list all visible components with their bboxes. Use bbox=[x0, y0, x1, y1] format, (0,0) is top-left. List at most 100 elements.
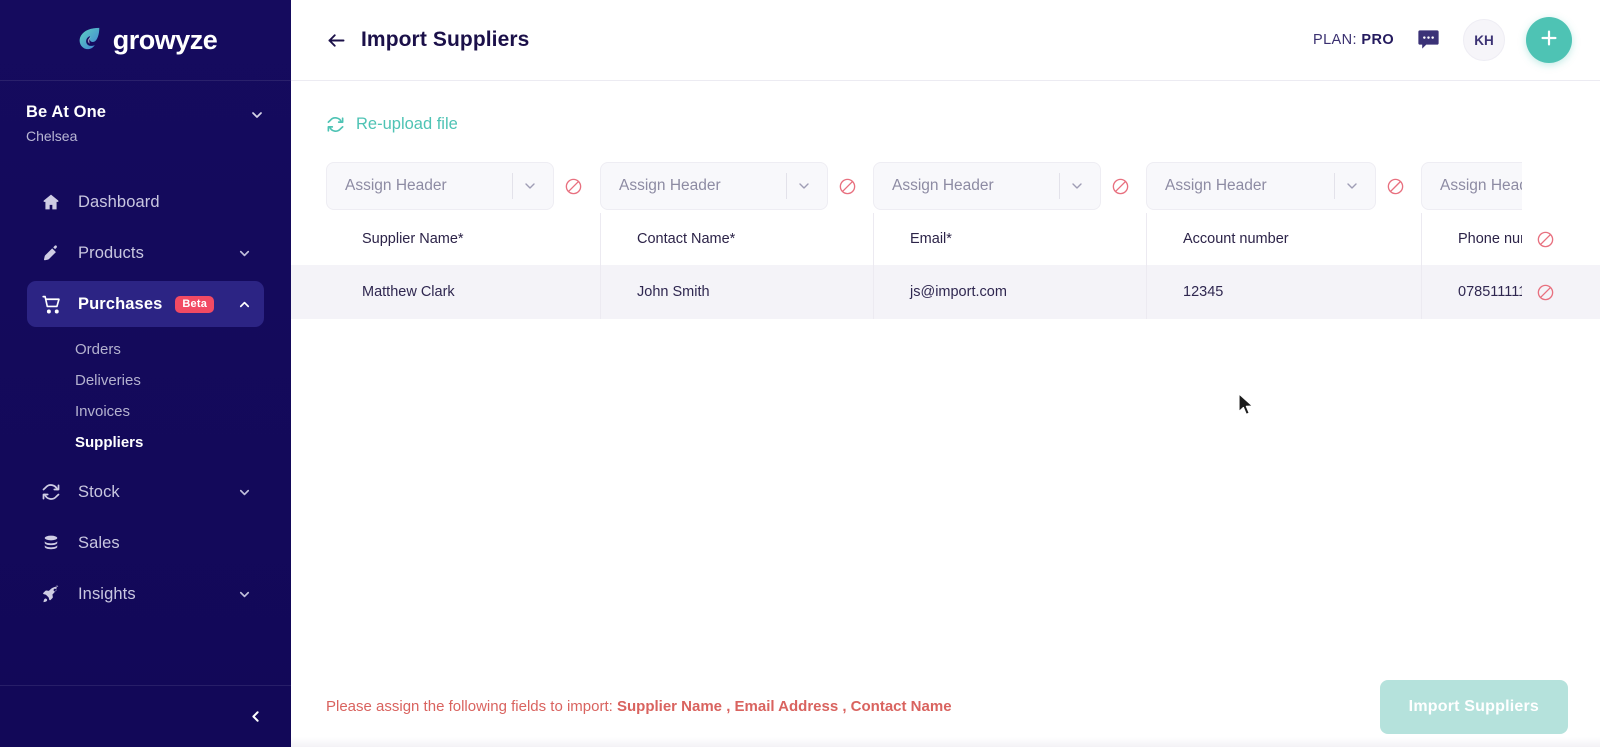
assign-header-label: Assign Header bbox=[892, 177, 994, 194]
ban-icon[interactable] bbox=[1536, 283, 1555, 302]
table-cell: John Smith bbox=[600, 265, 873, 319]
sidebar: growyze Be At One Chelsea Dashboard Prod… bbox=[0, 0, 291, 747]
assign-header-label: Assign Header bbox=[1165, 177, 1267, 194]
page-title: Import Suppliers bbox=[361, 28, 530, 51]
assign-header-label: Assign Header bbox=[345, 177, 447, 194]
column-header: Account number bbox=[1146, 213, 1421, 265]
chevron-down-icon[interactable] bbox=[237, 587, 252, 602]
chevron-down-icon[interactable] bbox=[1335, 178, 1369, 194]
window-bottom-strip bbox=[291, 737, 1600, 747]
purchases-subnav: Orders Deliveries Invoices Suppliers bbox=[0, 332, 291, 464]
main-panel: Import Suppliers PLAN: PRO KH Re-upload … bbox=[291, 0, 1600, 747]
assign-header-select[interactable]: Assign Header bbox=[326, 162, 554, 210]
chat-bubble-icon[interactable] bbox=[1415, 27, 1442, 54]
sidebar-item-sales[interactable]: Sales bbox=[27, 520, 264, 566]
sidebar-logo[interactable]: growyze bbox=[0, 0, 291, 81]
sidebar-item-label: Insights bbox=[78, 584, 136, 603]
chevron-up-icon[interactable] bbox=[237, 297, 252, 312]
plan-indicator: PLAN: PRO bbox=[1313, 32, 1394, 48]
sidebar-item-orders[interactable]: Orders bbox=[0, 334, 291, 365]
sidebar-item-suppliers[interactable]: Suppliers bbox=[0, 427, 291, 458]
subitem-label: Deliveries bbox=[75, 372, 141, 389]
chevron-down-icon[interactable] bbox=[787, 178, 821, 194]
refresh-icon bbox=[40, 481, 62, 503]
sidebar-item-invoices[interactable]: Invoices bbox=[0, 396, 291, 427]
org-switcher[interactable]: Be At One Chelsea bbox=[0, 81, 291, 162]
bottle-icon bbox=[40, 242, 62, 264]
assign-header-select[interactable]: Assign Header bbox=[873, 162, 1101, 210]
cart-icon bbox=[40, 293, 62, 315]
import-suppliers-button[interactable]: Import Suppliers bbox=[1379, 679, 1568, 734]
assign-header-row: Assign Header Assign Header Assign Heade… bbox=[291, 159, 1600, 213]
table-cell: 12345 bbox=[1146, 265, 1421, 319]
ban-icon[interactable] bbox=[554, 177, 592, 196]
column-header: Supplier Name* bbox=[362, 231, 464, 247]
rocket-icon bbox=[40, 583, 62, 605]
sticky-row-cell bbox=[1522, 265, 1600, 319]
plus-icon bbox=[1538, 27, 1560, 54]
home-icon bbox=[40, 191, 62, 213]
ban-icon[interactable] bbox=[1536, 230, 1555, 249]
assign-cell-1: Assign Header bbox=[600, 162, 873, 210]
org-location: Chelsea bbox=[26, 128, 78, 144]
org-name: Be At One bbox=[26, 103, 107, 121]
column-header: Email* bbox=[873, 213, 1146, 265]
mouse-cursor bbox=[1238, 393, 1256, 417]
sidebar-item-label: Sales bbox=[78, 533, 120, 552]
import-table: Assign Header Assign Header Assign Heade… bbox=[291, 159, 1600, 319]
assign-header-select[interactable]: Assign Header bbox=[600, 162, 828, 210]
brand-name: growyze bbox=[112, 24, 218, 55]
table-row: Matthew Clark John Smith js@import.com 1… bbox=[291, 265, 1600, 319]
sidebar-item-products[interactable]: Products bbox=[27, 230, 264, 276]
bottom-bar: Please assign the following fields to im… bbox=[291, 666, 1600, 747]
chevron-down-icon[interactable] bbox=[1060, 178, 1094, 194]
reupload-label: Re-upload file bbox=[356, 115, 458, 133]
sidebar-item-dashboard[interactable]: Dashboard bbox=[27, 179, 264, 225]
arrow-left-icon[interactable] bbox=[323, 27, 349, 53]
warning-prefix: Please assign the following fields to im… bbox=[326, 698, 613, 715]
ban-icon[interactable] bbox=[1376, 177, 1414, 196]
sidebar-item-purchases[interactable]: Purchases Beta bbox=[27, 281, 264, 327]
chevron-down-icon[interactable] bbox=[237, 485, 252, 500]
assign-header-label: Assign Header bbox=[619, 177, 721, 194]
chevron-down-icon[interactable] bbox=[249, 107, 265, 128]
sidebar-item-deliveries[interactable]: Deliveries bbox=[0, 365, 291, 396]
ban-icon[interactable] bbox=[828, 177, 866, 196]
table-header-row: Supplier Name* Contact Name* Email* Acco… bbox=[291, 213, 1600, 265]
sticky-action-column bbox=[1522, 159, 1600, 319]
chevron-left-icon[interactable] bbox=[244, 706, 266, 728]
topbar: Import Suppliers PLAN: PRO KH bbox=[291, 0, 1600, 81]
subitem-label: Orders bbox=[75, 341, 121, 358]
growyze-leaf-icon bbox=[74, 25, 104, 55]
beta-badge: Beta bbox=[175, 295, 215, 313]
avatar[interactable]: KH bbox=[1463, 19, 1505, 61]
sidebar-item-label: Dashboard bbox=[78, 192, 160, 211]
assign-cell-3: Assign Header bbox=[1146, 162, 1421, 210]
subitem-label: Invoices bbox=[75, 403, 131, 420]
sidebar-item-insights[interactable]: Insights bbox=[27, 571, 264, 617]
sidebar-item-label: Products bbox=[78, 243, 144, 262]
assign-cell-0: Assign Header bbox=[326, 162, 600, 210]
column-header: Contact Name* bbox=[600, 213, 873, 265]
assign-cell-2: Assign Header bbox=[873, 162, 1146, 210]
sidebar-item-label: Stock bbox=[78, 482, 120, 501]
chevron-down-icon[interactable] bbox=[237, 246, 252, 261]
avatar-initials: KH bbox=[1474, 32, 1494, 48]
table-cell: Matthew Clark bbox=[362, 284, 455, 300]
app-root: growyze Be At One Chelsea Dashboard Prod… bbox=[0, 0, 1600, 747]
topbar-actions: PLAN: PRO KH bbox=[1313, 17, 1572, 63]
assign-header-select[interactable]: Assign Header bbox=[1146, 162, 1376, 210]
sidebar-item-stock[interactable]: Stock bbox=[27, 469, 264, 515]
sidebar-item-label: Purchases bbox=[78, 294, 163, 313]
reupload-file-link[interactable]: Re-upload file bbox=[326, 115, 458, 134]
ban-icon[interactable] bbox=[1101, 177, 1139, 196]
sticky-header-cell bbox=[1522, 213, 1600, 265]
subitem-label: Suppliers bbox=[75, 434, 144, 451]
coins-icon bbox=[40, 532, 62, 554]
chevron-down-icon[interactable] bbox=[513, 178, 547, 194]
add-button[interactable] bbox=[1526, 17, 1572, 63]
sidebar-nav: Dashboard Products Purchases Beta Orders… bbox=[0, 162, 291, 685]
plan-prefix: PLAN: bbox=[1313, 32, 1357, 48]
assign-fields-warning: Please assign the following fields to im… bbox=[326, 698, 952, 715]
plan-value: PRO bbox=[1361, 32, 1394, 48]
